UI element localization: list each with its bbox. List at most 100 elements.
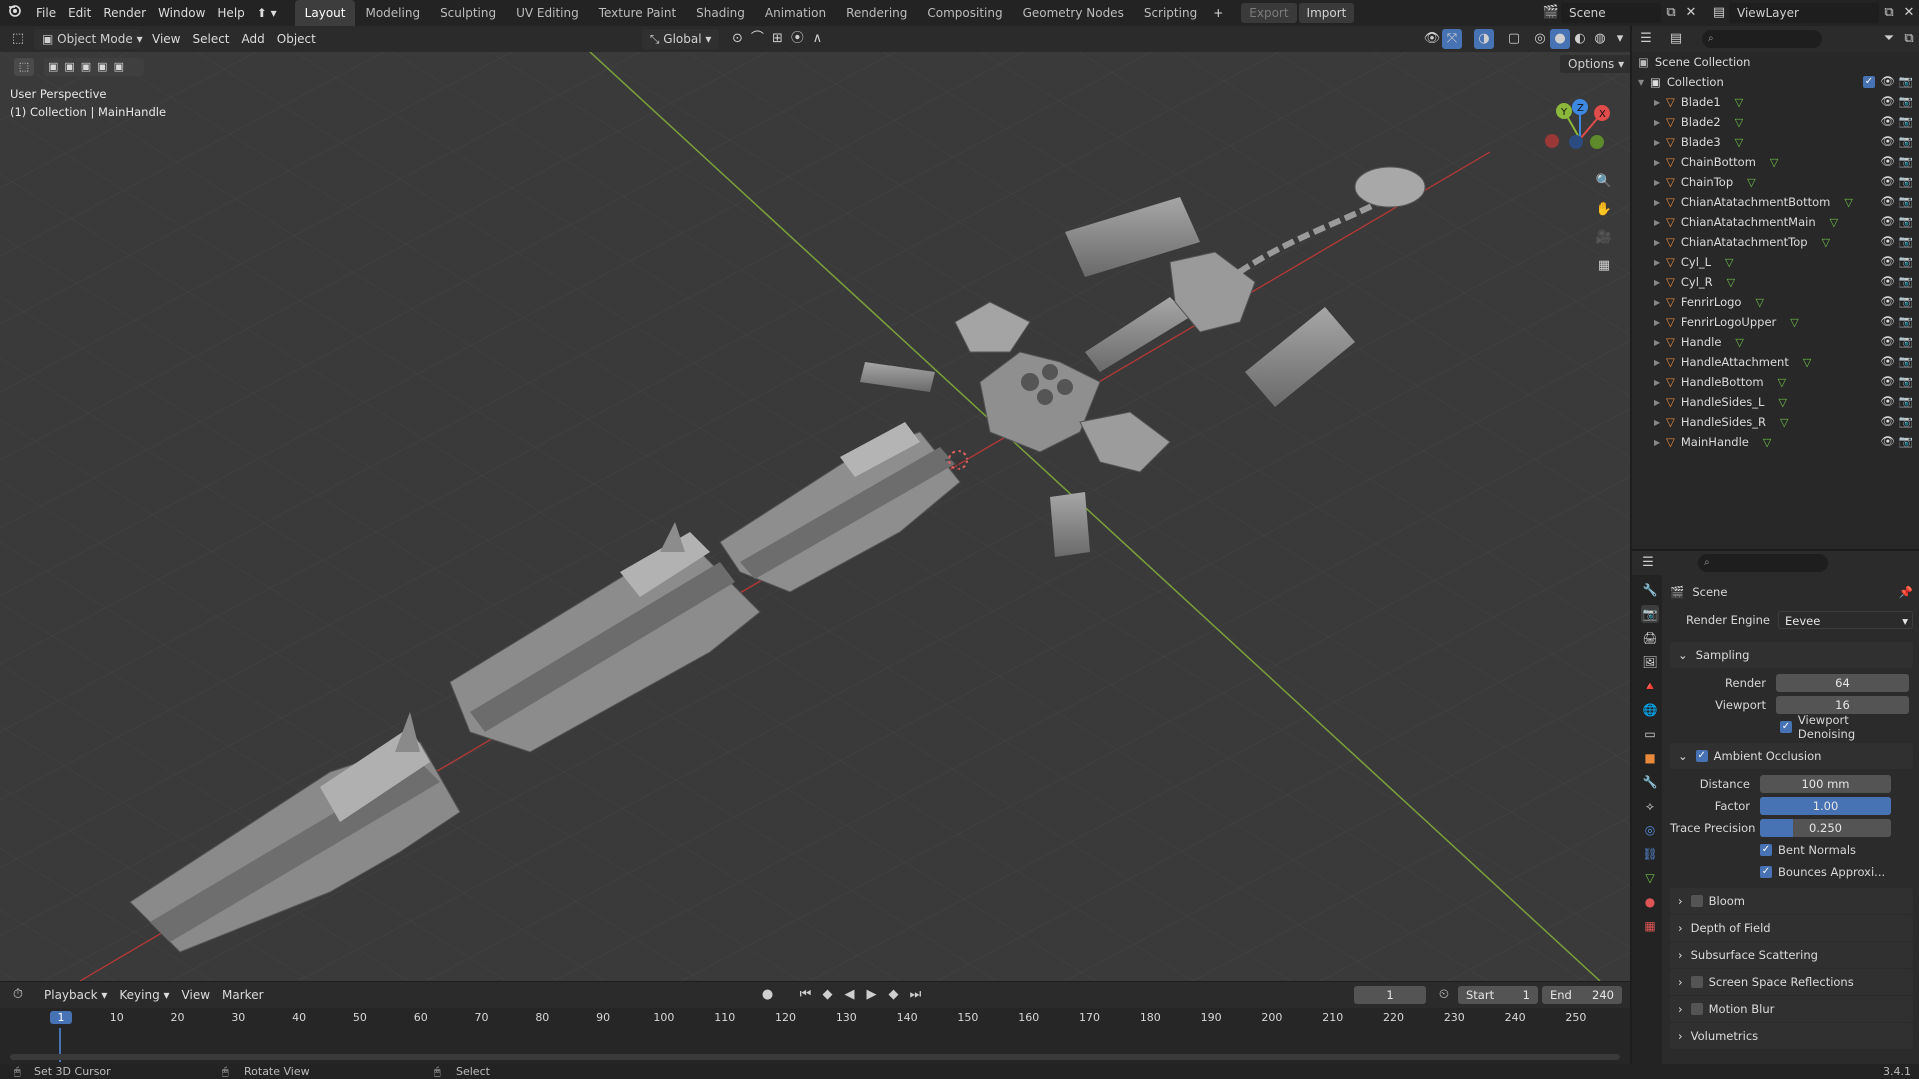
menu-edit[interactable]: Edit	[62, 0, 97, 26]
new-view-layer-icon[interactable]: ⧉	[1879, 3, 1899, 23]
camera-view-icon[interactable]: 🎥	[1594, 228, 1614, 248]
eye-icon[interactable]: 👁	[1880, 234, 1895, 248]
selection-mode-icons[interactable]: ▣▣▣▣▣	[44, 58, 144, 76]
eye-icon[interactable]: 👁	[1880, 394, 1895, 408]
expand-icon[interactable]: ▶	[1654, 238, 1666, 247]
jump-end-icon[interactable]: ⏭	[906, 985, 926, 1005]
render-camera-icon[interactable]: 📷	[1899, 134, 1913, 148]
outliner-item-fenrirlogo[interactable]: ▶ ▽ FenrirLogo ▽ 👁 📷	[1632, 292, 1919, 312]
jump-start-icon[interactable]: ⏮	[796, 985, 816, 1005]
ao-trace-precision-slider[interactable]: 0.250	[1760, 819, 1891, 837]
menu-render[interactable]: Render	[97, 0, 152, 26]
viewport-samples-field[interactable]: 16	[1776, 696, 1909, 714]
wireframe-shading-icon[interactable]: ◎	[1530, 29, 1550, 49]
eye-icon[interactable]: 👁	[1880, 274, 1895, 288]
expand-icon[interactable]: ▶	[1654, 198, 1666, 207]
snap-target-icon[interactable]: ⊞	[767, 29, 787, 49]
add-workspace-button[interactable]: +	[1207, 0, 1229, 26]
new-scene-icon[interactable]: ⧉	[1661, 3, 1681, 23]
tool-tab-icon[interactable]: 🔧	[1641, 581, 1659, 599]
outliner-item-mainhandle[interactable]: ▶ ▽ MainHandle ▽ 👁 📷	[1632, 432, 1919, 452]
neg-x-gizmo[interactable]	[1545, 134, 1559, 148]
expand-icon[interactable]: ▶	[1654, 258, 1666, 267]
ao-factor-slider[interactable]: 1.00	[1760, 797, 1891, 815]
render-camera-icon[interactable]: 📷	[1899, 414, 1913, 428]
outliner-item-blade2[interactable]: ▶ ▽ Blade2 ▽ 👁 📷	[1632, 112, 1919, 132]
render-camera-icon[interactable]: 📷	[1899, 254, 1913, 268]
timeline-menu-marker[interactable]: Marker	[216, 982, 269, 1008]
expand-icon[interactable]: ▶	[1654, 358, 1666, 367]
eye-icon[interactable]: 👁	[1880, 354, 1895, 368]
tab-sculpting[interactable]: Sculpting	[430, 0, 506, 26]
editor-type-icon[interactable]: ⬚	[8, 29, 28, 49]
bent-normals-checkbox[interactable]: ✓	[1760, 844, 1772, 856]
properties-editor-icon[interactable]: ☰	[1638, 553, 1658, 573]
tab-uv-editing[interactable]: UV Editing	[506, 0, 589, 26]
panel-bloom[interactable]: › Bloom	[1670, 888, 1913, 914]
eye-icon[interactable]: 👁	[1880, 114, 1895, 128]
outliner-item-fenrirlogoupper[interactable]: ▶ ▽ FenrirLogoUpper ▽ 👁 📷	[1632, 312, 1919, 332]
view-layer-icon[interactable]: ▤	[1709, 3, 1729, 23]
tab-layout[interactable]: Layout	[294, 0, 356, 26]
eye-icon[interactable]: 👁	[1880, 74, 1895, 88]
delete-view-layer-icon[interactable]: ✕	[1899, 3, 1919, 23]
eye-icon[interactable]: 👁	[1880, 334, 1895, 348]
viewport-menu-select[interactable]: Select	[186, 26, 235, 52]
render-camera-icon[interactable]: 📷	[1899, 334, 1913, 348]
preview-range-icon[interactable]: ⏲	[1434, 985, 1454, 1005]
timeline-editor-icon[interactable]: ⏱	[8, 985, 28, 1005]
expand-icon[interactable]: ▶	[1654, 438, 1666, 447]
menu-window[interactable]: Window	[152, 0, 211, 26]
export-button[interactable]: Export	[1241, 3, 1297, 23]
snap-icon[interactable]: ⌒	[747, 29, 767, 49]
outliner-editor-icon[interactable]: ☰	[1636, 29, 1656, 49]
select-tool-icon[interactable]: ⬚	[14, 58, 34, 76]
render-camera-icon[interactable]: 📷	[1899, 294, 1913, 308]
render-camera-icon[interactable]: 📷	[1899, 214, 1913, 228]
panel-screen-space-reflections[interactable]: › Screen Space Reflections	[1670, 969, 1913, 995]
solid-shading-icon[interactable]: ●	[1550, 29, 1570, 49]
next-keyframe-icon[interactable]: ◆	[884, 985, 904, 1005]
tab-animation[interactable]: Animation	[755, 0, 836, 26]
outliner-item-handlesides_r[interactable]: ▶ ▽ HandleSides_R ▽ 👁 📷	[1632, 412, 1919, 432]
end-frame-field[interactable]: End 240	[1542, 986, 1622, 1004]
render-camera-icon[interactable]: 📷	[1899, 434, 1913, 448]
panel-checkbox[interactable]	[1690, 895, 1703, 907]
new-collection-icon[interactable]: ⧉	[1899, 29, 1919, 49]
expand-icon[interactable]: ▶	[1654, 318, 1666, 327]
outliner-item-chianatatachmenttop[interactable]: ▶ ▽ ChianAtatachmentTop ▽ 👁 📷	[1632, 232, 1919, 252]
outliner-item-cyl_r[interactable]: ▶ ▽ Cyl_R ▽ 👁 📷	[1632, 272, 1919, 292]
pin-icon[interactable]: 📌	[1899, 585, 1913, 599]
render-samples-field[interactable]: 64	[1776, 674, 1909, 692]
xray-icon[interactable]: ▢	[1504, 29, 1524, 49]
render-camera-icon[interactable]: 📷	[1899, 314, 1913, 328]
collection-checkbox[interactable]: ✓	[1863, 76, 1875, 88]
menu-file[interactable]: File	[30, 0, 62, 26]
proportional-edit-icon[interactable]: ⦿	[787, 29, 807, 49]
expand-icon[interactable]: ▶	[1654, 218, 1666, 227]
filter-icon[interactable]: ⏷	[1879, 29, 1899, 49]
bounces-approx-checkbox[interactable]: ✓	[1760, 866, 1772, 878]
fenrir-logo-mesh[interactable]	[1354, 166, 1426, 208]
scene-name-field[interactable]: Scene	[1561, 3, 1661, 23]
workspace-dropdown[interactable]: ⬆ ▾	[251, 0, 283, 26]
render-engine-dropdown[interactable]: Eevee ▾	[1778, 611, 1913, 629]
outliner-item-chaintop[interactable]: ▶ ▽ ChainTop ▽ 👁 📷	[1632, 172, 1919, 192]
expand-icon[interactable]: ▶	[1654, 158, 1666, 167]
panel-subsurface-scattering[interactable]: › Subsurface Scattering	[1670, 942, 1913, 968]
expand-icon[interactable]: ▶	[1654, 118, 1666, 127]
outliner-item-blade3[interactable]: ▶ ▽ Blade3 ▽ 👁 📷	[1632, 132, 1919, 152]
render-camera-icon[interactable]: 📷	[1899, 114, 1913, 128]
render-camera-icon[interactable]: 📷	[1899, 374, 1913, 388]
collapse-icon[interactable]: ▼	[1638, 78, 1650, 87]
eye-icon[interactable]: 👁	[1880, 194, 1895, 208]
render-camera-icon[interactable]: 📷	[1899, 354, 1913, 368]
tab-modeling[interactable]: Modeling	[355, 0, 430, 26]
options-dropdown[interactable]: Options ▾	[1560, 55, 1630, 73]
viewport-denoising-checkbox[interactable]: ✓	[1780, 721, 1792, 733]
sampling-panel-header[interactable]: ⌄ Sampling	[1670, 642, 1913, 668]
expand-icon[interactable]: ▶	[1654, 418, 1666, 427]
eye-icon[interactable]: 👁	[1880, 374, 1895, 388]
outliner-item-handlesides_l[interactable]: ▶ ▽ HandleSides_L ▽ 👁 📷	[1632, 392, 1919, 412]
start-frame-field[interactable]: Start 1	[1458, 986, 1538, 1004]
